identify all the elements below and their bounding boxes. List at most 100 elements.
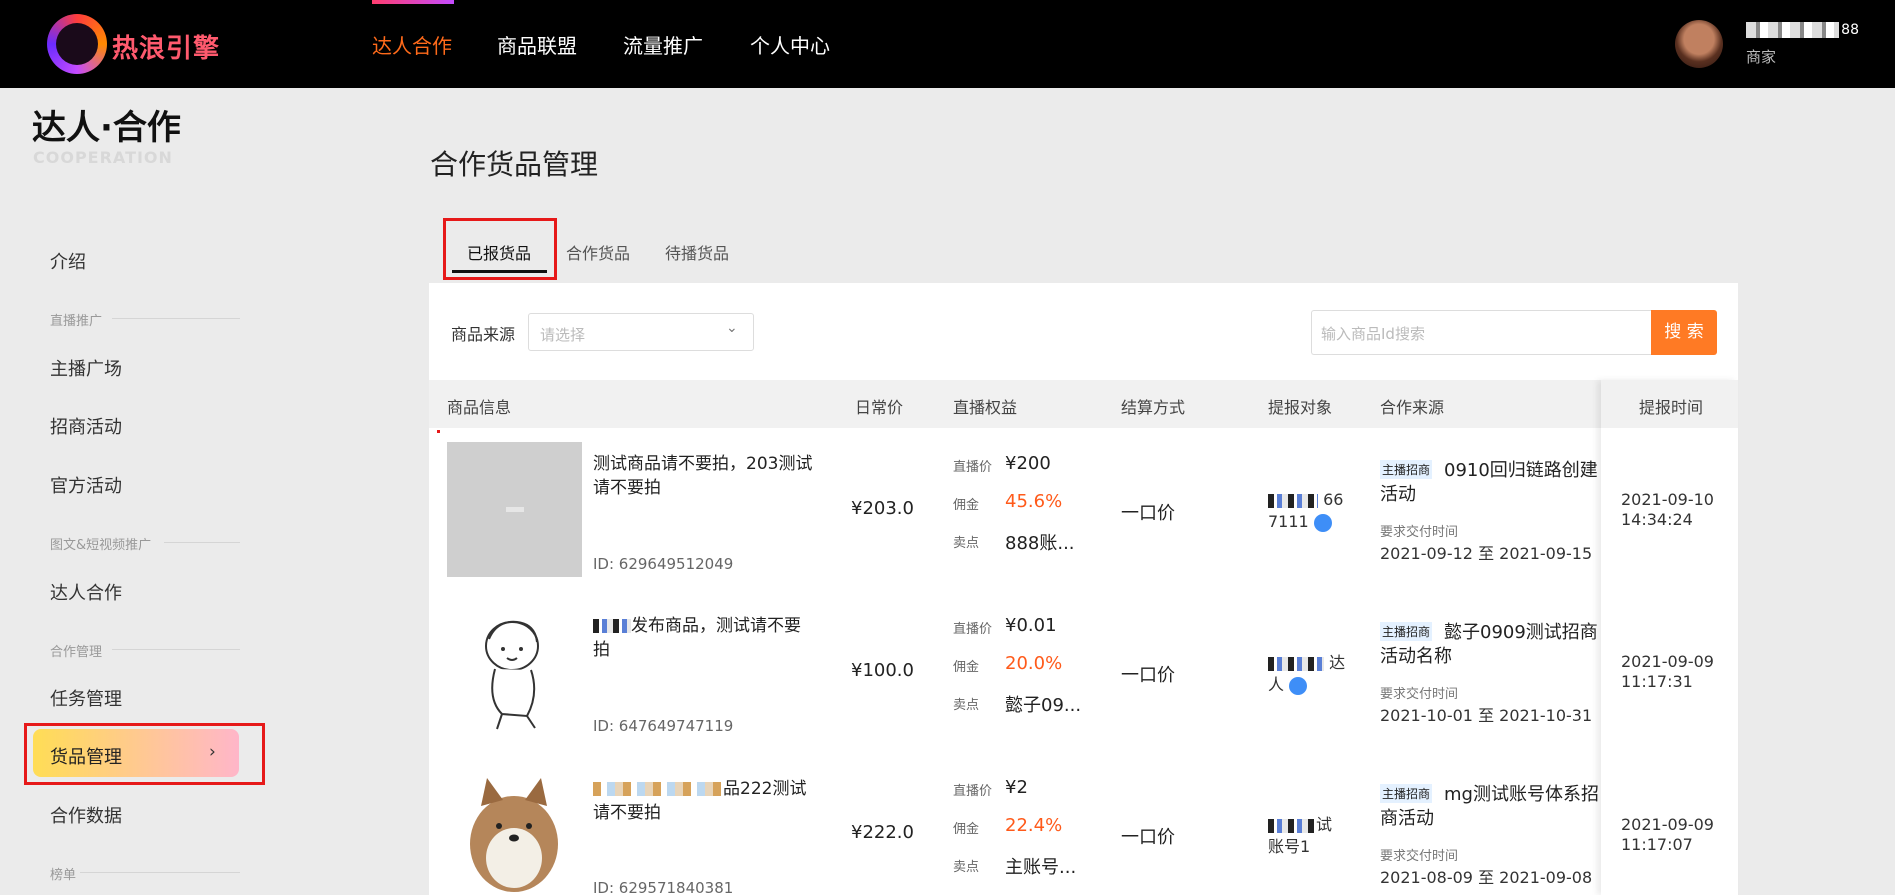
sidebar-item-official[interactable]: 官方活动 <box>50 472 122 498</box>
selling-point: 主账号... <box>1005 857 1077 878</box>
commission-label: 佣金 <box>953 822 980 837</box>
sidebar-item-task[interactable]: 任务管理 <box>50 685 122 711</box>
tab-cooperating[interactable]: 合作货品 <box>566 240 630 264</box>
product-id: ID: 647649747119 <box>593 717 734 735</box>
product-name[interactable]: 品222测试请不要拍 <box>593 777 813 825</box>
req-range: 2021-08-09 至 2021-09-08 <box>1380 868 1593 887</box>
report-target[interactable]: 试 账号1 <box>1268 814 1348 858</box>
daily-price: ¥203.0 <box>851 498 914 519</box>
report-target[interactable]: 达人 <box>1268 652 1348 696</box>
col-daily-price: 日常价 <box>855 398 904 417</box>
divider <box>112 318 240 319</box>
product-id: ID: 629571840381 <box>593 879 734 895</box>
search-placeholder: 输入商品Id搜索 <box>1321 325 1425 343</box>
sidebar-subtitle: COOPERATION <box>33 148 173 167</box>
verified-icon <box>1289 676 1308 695</box>
sidebar-group-short-video: 图文&短视频推广 <box>50 538 152 553</box>
product-name[interactable]: 发布商品，测试请不要拍 <box>593 614 813 662</box>
search-button[interactable]: 搜 索 <box>1651 310 1717 355</box>
user-name[interactable]: 88 <box>1746 22 1861 38</box>
source-title[interactable]: mg测试账号体系招商活动 <box>1380 783 1602 831</box>
sidebar-item-recruit[interactable]: 招商活动 <box>50 413 122 439</box>
report-time: 2021-09-10 14:34:24 <box>1621 490 1714 529</box>
report-time: 2021-09-09 11:17:07 <box>1621 815 1714 854</box>
divider <box>80 872 240 873</box>
nav-talent-coop[interactable]: 达人合作 <box>372 30 452 59</box>
nav-traffic-promo[interactable]: 流量推广 <box>623 30 703 59</box>
top-navbar <box>0 0 1895 88</box>
col-report-time: 提报时间 <box>1639 398 1704 417</box>
live-price: ¥2 <box>1005 777 1028 798</box>
settlement: 一口价 <box>1121 503 1175 524</box>
logo-text[interactable]: 热浪引擎 <box>112 28 220 65</box>
commission: 22.4% <box>1005 815 1063 836</box>
highlight-box <box>24 723 265 785</box>
chevron-down-icon: ⌄ <box>726 320 738 336</box>
verified-icon <box>1313 513 1332 532</box>
col-live-benefit: 直播权益 <box>953 398 1018 417</box>
sidebar-item-talent[interactable]: 达人合作 <box>50 579 122 605</box>
commission: 20.0% <box>1005 653 1063 674</box>
filter-label: 商品来源 <box>451 325 516 344</box>
nav-personal-center[interactable]: 个人中心 <box>750 30 830 59</box>
live-price: ¥0.01 <box>1005 615 1057 636</box>
divider <box>112 649 240 650</box>
redacted <box>593 619 631 633</box>
product-thumbnail[interactable] <box>447 442 582 577</box>
sidebar-item-anchor-plaza[interactable]: 主播广场 <box>50 355 122 381</box>
commission-label: 佣金 <box>953 660 980 675</box>
live-price-label: 直播价 <box>953 784 993 799</box>
select-placeholder: 请选择 <box>540 326 586 344</box>
nav-product-alliance[interactable]: 商品联盟 <box>497 30 577 59</box>
col-target: 提报对象 <box>1268 398 1333 417</box>
live-price-label: 直播价 <box>953 622 993 637</box>
avatar[interactable] <box>1675 20 1723 68</box>
marker-dot <box>437 430 440 433</box>
col-product-info: 商品信息 <box>447 398 512 417</box>
selling-point-label: 卖点 <box>953 698 980 713</box>
redacted <box>1268 493 1318 508</box>
highlight-box <box>443 218 557 280</box>
req-label: 要求交付时间 <box>1380 687 1459 702</box>
sidebar-title: 达人·合作 <box>32 108 181 148</box>
daily-price: ¥100.0 <box>851 660 914 681</box>
sidebar-group-ranking: 榜单 <box>50 868 77 883</box>
req-label: 要求交付时间 <box>1380 849 1459 864</box>
logo-icon[interactable] <box>47 14 107 74</box>
redacted <box>1268 656 1324 671</box>
source-title[interactable]: 0910回归链路创建活动 <box>1380 459 1602 507</box>
sidebar-group-coop-manage: 合作管理 <box>50 645 103 660</box>
live-price-label: 直播价 <box>953 460 993 475</box>
sidebar-item-coop-data[interactable]: 合作数据 <box>50 802 122 828</box>
product-thumbnail[interactable] <box>447 766 582 895</box>
commission-label: 佣金 <box>953 498 980 513</box>
selling-point-label: 卖点 <box>953 536 980 551</box>
product-name[interactable]: 测试商品请不要拍，203测试请不要拍 <box>593 452 813 500</box>
divider <box>164 542 240 543</box>
report-target[interactable]: 66 7111 <box>1268 489 1348 533</box>
req-range: 2021-09-12 至 2021-09-15 <box>1380 544 1593 563</box>
table-header <box>429 380 1738 428</box>
req-range: 2021-10-01 至 2021-10-31 <box>1380 706 1593 725</box>
redacted <box>1268 818 1316 833</box>
report-time: 2021-09-09 11:17:31 <box>1621 652 1714 691</box>
redacted <box>593 782 723 796</box>
commission: 45.6% <box>1005 491 1063 512</box>
source-title[interactable]: 懿子0909测试招商活动名称 <box>1380 621 1602 669</box>
user-role: 商家 <box>1746 48 1777 66</box>
settlement: 一口价 <box>1121 827 1175 848</box>
col-settlement: 结算方式 <box>1121 398 1186 417</box>
selling-point-label: 卖点 <box>953 860 980 875</box>
tab-pending[interactable]: 待播货品 <box>665 240 729 264</box>
sidebar-item-intro[interactable]: 介绍 <box>50 248 86 274</box>
req-label: 要求交付时间 <box>1380 525 1459 540</box>
selling-point: 懿子09... <box>1005 695 1082 716</box>
sidebar-group-live: 直播推广 <box>50 314 103 329</box>
nav-active-indicator <box>372 0 454 4</box>
product-thumbnail[interactable] <box>447 604 582 739</box>
product-id: ID: 629649512049 <box>593 555 734 573</box>
selling-point: 888账... <box>1005 533 1075 554</box>
col-source: 合作来源 <box>1380 398 1445 417</box>
settlement: 一口价 <box>1121 665 1175 686</box>
page-title: 合作货品管理 <box>430 148 599 181</box>
